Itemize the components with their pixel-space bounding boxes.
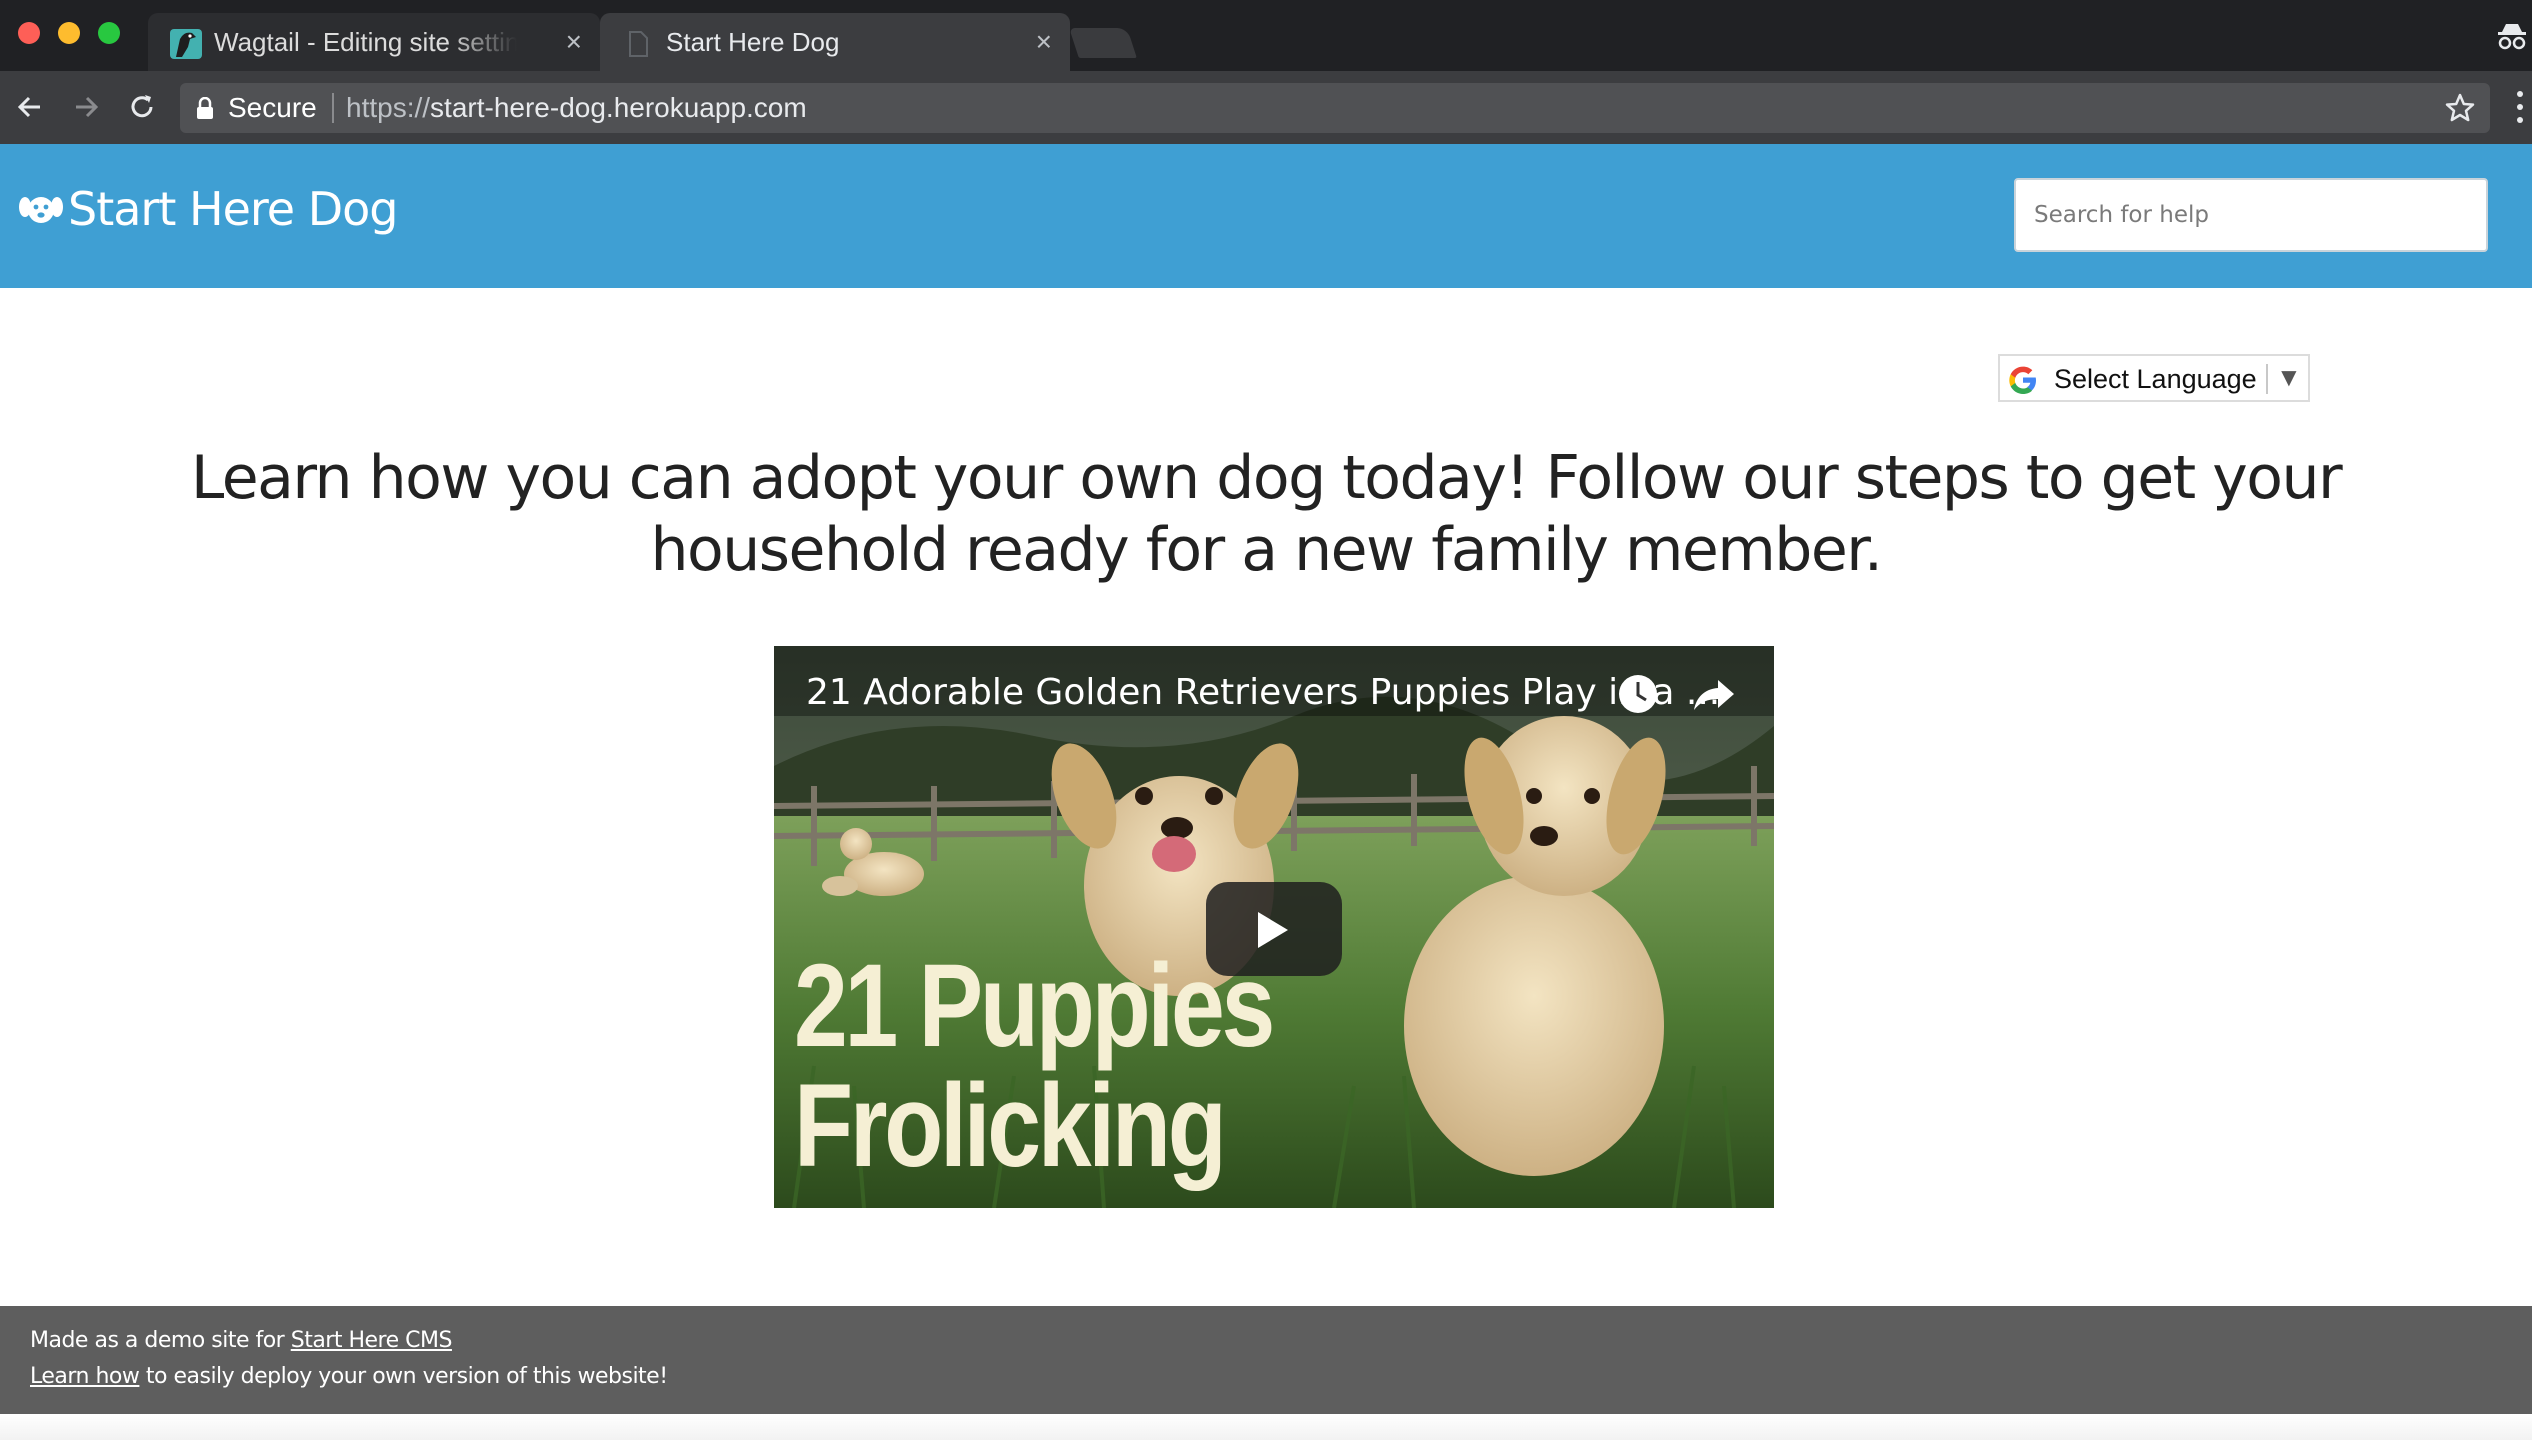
maximize-window-button[interactable] xyxy=(98,22,120,44)
video-overlay-text: 21 Puppies Frolicking xyxy=(794,940,1275,1192)
incognito-icon xyxy=(2498,24,2526,50)
brand-link[interactable]: Start Here Dog xyxy=(18,182,398,236)
share-icon[interactable] xyxy=(1692,672,1736,716)
menu-icon[interactable] xyxy=(2516,89,2524,125)
language-select[interactable]: Select Language ▼ xyxy=(1998,354,2310,402)
overlay-line-2: Frolicking xyxy=(794,1060,1227,1192)
start-here-cms-link[interactable]: Start Here CMS xyxy=(291,1328,453,1353)
new-tab-button[interactable] xyxy=(1069,28,1137,58)
omnibox-divider xyxy=(332,93,334,123)
page-headline: Learn how you can adopt your own dog tod… xyxy=(190,443,2343,585)
google-g-icon xyxy=(2009,366,2036,394)
tab-wagtail[interactable]: Wagtail - Editing site settings × xyxy=(148,13,600,71)
browser-toolbar: Secure https://start-here-dog.herokuapp.… xyxy=(0,71,2532,144)
overlay-line-1: 21 Puppies xyxy=(794,940,1275,1072)
footer-deploy-text: to easily deploy your own version of thi… xyxy=(139,1364,668,1389)
close-tab-icon[interactable]: × xyxy=(566,27,582,57)
page-bottom xyxy=(0,1414,2532,1440)
security-label: Secure xyxy=(228,92,317,123)
dropdown-arrow-icon: ▼ xyxy=(2276,362,2302,392)
close-tab-icon[interactable]: × xyxy=(1036,27,1052,57)
wagtail-bird-icon xyxy=(170,29,202,59)
page-icon xyxy=(629,31,648,57)
minimize-window-button[interactable] xyxy=(58,22,80,44)
footer-credit: Made as a demo site for Start Here CMS xyxy=(30,1328,452,1353)
url-text[interactable]: https://start-here-dog.herokuapp.com xyxy=(346,92,807,124)
url-host: start-here-dog.herokuapp.com xyxy=(430,92,807,123)
star-icon[interactable] xyxy=(2444,92,2476,124)
address-bar[interactable]: Secure https://start-here-dog.herokuapp.… xyxy=(180,83,2490,133)
tab-start-here-dog[interactable]: Start Here Dog × xyxy=(600,13,1070,71)
tab-title: Start Here Dog xyxy=(666,27,840,57)
forward-arrow-icon[interactable] xyxy=(68,89,104,125)
dog-face-icon xyxy=(19,197,63,223)
reload-icon[interactable] xyxy=(124,89,160,125)
footer-credit-text: Made as a demo site for xyxy=(30,1328,291,1353)
footer-deploy: Learn how to easily deploy your own vers… xyxy=(30,1364,668,1389)
site-header: Start Here Dog xyxy=(0,144,2532,288)
tab-title-fade xyxy=(448,21,534,61)
back-arrow-icon[interactable] xyxy=(12,89,48,125)
brand-name: Start Here Dog xyxy=(68,182,398,236)
learn-how-link[interactable]: Learn how xyxy=(30,1364,140,1389)
site-footer: Made as a demo site for Start Here CMS L… xyxy=(0,1306,2532,1414)
video-title[interactable]: 21 Adorable Golden Retrievers Puppies Pl… xyxy=(806,672,1720,713)
close-window-button[interactable] xyxy=(18,22,40,44)
lock-icon xyxy=(197,97,213,119)
language-select-label: Select Language xyxy=(2054,364,2257,394)
browser-tab-strip: Wagtail - Editing site settings × Start … xyxy=(0,0,2532,71)
search-input[interactable] xyxy=(2014,178,2488,252)
url-scheme: https:// xyxy=(346,92,431,123)
language-select-divider xyxy=(2266,364,2268,394)
youtube-video-embed[interactable]: 21 Adorable Golden Retrievers Puppies Pl… xyxy=(774,646,1774,1208)
watch-later-icon[interactable] xyxy=(1616,672,1660,716)
